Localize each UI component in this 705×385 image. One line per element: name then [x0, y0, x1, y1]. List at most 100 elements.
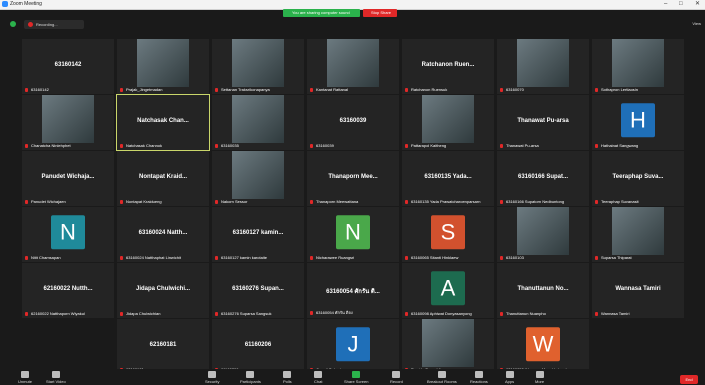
- chat-button[interactable]: Chat: [314, 371, 322, 384]
- participant-tile[interactable]: Thanuttanun No... Thanuttanun Nuanpho: [497, 263, 589, 318]
- record-icon: [392, 371, 401, 378]
- participant-label: 63160103: [506, 255, 524, 260]
- more-button[interactable]: More: [535, 371, 544, 384]
- participant-tile[interactable]: 63160054 ศักรัน ดิ... 63160054 ศักรัน ติจ…: [307, 263, 399, 318]
- participant-tile[interactable]: 63160024 Natth... 63160024 Natthaphat Lin…: [117, 207, 209, 262]
- participant-avatar: J: [336, 326, 370, 361]
- participant-tile[interactable]: 63160035: [212, 95, 304, 150]
- participant-tile[interactable]: Panudet Wichaja... Panudet Wichajaen: [22, 151, 114, 206]
- muted-mic-icon: [500, 143, 503, 148]
- participant-avatar: W: [526, 326, 560, 361]
- participant-name-tag: Hathainat Sangwang: [595, 143, 638, 148]
- participant-avatar: H: [621, 102, 655, 137]
- participant-tile[interactable]: Suparsa Thiparat: [592, 207, 684, 262]
- muted-mic-icon: [120, 87, 123, 92]
- close-button[interactable]: ✕: [695, 0, 700, 9]
- participant-name-tag: Nakorn Sessor: [215, 199, 247, 204]
- polls-label: Polls: [283, 379, 292, 384]
- participant-label: 63160070: [506, 87, 524, 92]
- sharing-text: You are sharing computer sound: [292, 10, 350, 15]
- participant-name-tag: Wannasa Tamiri: [595, 311, 629, 316]
- participant-tile[interactable]: Prajak_Jingetmadan: [117, 39, 209, 94]
- participant-video: [137, 39, 189, 87]
- participant-tile[interactable]: A 63160098 Aphiwat Donyasanyong: [402, 263, 494, 318]
- participant-label: Thanaporn Meewattana: [316, 199, 359, 204]
- participant-video: [612, 39, 664, 87]
- participant-label: Kantanat Rattanal: [316, 87, 349, 92]
- participant-label: Hathainat Sangwang: [601, 143, 639, 148]
- security-button[interactable]: Security: [205, 371, 219, 384]
- participant-tile[interactable]: 62160022 Nutth... 62160022 Natthaporn Wiy…: [22, 263, 114, 318]
- participant-avatar: A: [431, 270, 465, 305]
- participant-name-tag: 63160054 ศักรัน ติจง: [310, 309, 353, 316]
- participant-tile[interactable]: Wannasa Tamiri Wannasa Tamiri: [592, 263, 684, 318]
- participant-tile[interactable]: Natchasak Chan... Natchasak Channok: [116, 94, 210, 151]
- end-button[interactable]: End: [680, 375, 698, 384]
- muted-mic-icon: [405, 143, 408, 148]
- participant-video: [422, 319, 474, 367]
- participant-tile[interactable]: 63160127 kamin... 63160127 kamin karotait…: [212, 207, 304, 262]
- participant-tile[interactable]: JJiramit Suksai: [307, 319, 399, 374]
- muted-mic-icon: [215, 311, 218, 316]
- stop-share-label: Stop Share: [371, 10, 392, 15]
- participant-tile[interactable]: Pawida Sawaddipoom: [402, 319, 494, 374]
- participant-tile[interactable]: 6216018162160181: [117, 319, 209, 374]
- record-button[interactable]: Record: [390, 371, 403, 384]
- participant-display-name: 63160039: [339, 118, 367, 124]
- breakout-icon: [437, 371, 446, 378]
- participant-tile[interactable]: H Hathainat Sangwang: [592, 95, 684, 150]
- participant-tile[interactable]: 63160276 Supan... 63160276 Suparsa Sangsu…: [212, 263, 304, 318]
- participant-label: Chanatcha Ninlehphet: [31, 143, 71, 148]
- participant-tile[interactable]: Sothapron Lertlaosin: [592, 39, 684, 94]
- participant-tile[interactable]: N Nitit Chamsapan: [22, 207, 114, 262]
- breakout-rooms-button[interactable]: Breakout Rooms: [427, 371, 457, 384]
- participant-tile[interactable]: Ratchanon Ruen... Ratchanon Ruensuk: [402, 39, 494, 94]
- recording-indicator[interactable]: Recording...: [24, 20, 84, 29]
- polls-button[interactable]: Polls: [283, 371, 292, 384]
- participant-display-name: 63160276 Supan...: [232, 286, 284, 292]
- participant-tile[interactable]: S 63160065 Sitanti Hinklaew: [402, 207, 494, 262]
- participant-tile[interactable]: Thanaporn Mee... Thanaporn Meewattana: [307, 151, 399, 206]
- reactions-button[interactable]: Reactions: [470, 371, 488, 384]
- participant-tile[interactable]: 63160070: [497, 39, 589, 94]
- participant-tile[interactable]: Teeraphap Suva... Teeraphap Suvanasit: [592, 151, 684, 206]
- apps-label: Apps: [505, 379, 515, 384]
- participant-display-name: 62160181: [149, 342, 177, 348]
- participant-tile[interactable]: 63160135 Yada... 63160135 Yada Prawatchar…: [402, 151, 494, 206]
- participant-tile[interactable]: 63160103: [497, 207, 589, 262]
- maximize-button[interactable]: □: [679, 0, 683, 9]
- participant-tile[interactable]: Kantanat Rattanal: [307, 39, 399, 94]
- participant-tile[interactable]: 63160166 Supat... 63160166 Supatorn Nedbu…: [497, 151, 589, 206]
- sharing-banner: You are sharing computer sound: [283, 9, 360, 17]
- minimize-button[interactable]: –: [664, 0, 667, 9]
- participant-name-tag: Thanuttanun Nuanpho: [500, 311, 546, 316]
- view-button[interactable]: View: [692, 21, 701, 26]
- apps-button[interactable]: Apps: [505, 371, 514, 384]
- participant-name-tag: Teeraphap Suvanasit: [595, 199, 639, 204]
- participant-tile[interactable]: N Nicharawee Ruangsri: [307, 207, 399, 262]
- participant-tile[interactable]: Nontapat Kraid... Nontapat Kraidueng: [117, 151, 209, 206]
- participant-name-tag: Prajak_Jingetmadan: [120, 87, 162, 92]
- participant-tile[interactable]: Settanan Traksrikonapanya: [212, 39, 304, 94]
- share-screen-button[interactable]: Share Screen: [344, 371, 368, 384]
- participant-tile[interactable]: Chanatcha Ninlehphet: [22, 95, 114, 150]
- participant-tile[interactable]: Thanawat Pu-arsa Thanawat Pu-arsa: [497, 95, 589, 150]
- participant-tile[interactable]: Jidapa Chulwichi... Jidapa Chulwichian: [117, 263, 209, 318]
- participants-icon: [246, 371, 255, 378]
- participant-tile[interactable]: 63160039 63160039: [307, 95, 399, 150]
- participant-name-tag: Nontapat Kraidueng: [120, 199, 162, 204]
- participant-tile[interactable]: 6116020661160206: [212, 319, 304, 374]
- participant-video: [232, 151, 284, 199]
- participant-tile[interactable]: Nakorn Sessor: [212, 151, 304, 206]
- participant-tile[interactable]: W63160050 Waranya Mongkholsupha: [497, 319, 589, 374]
- unmute-button[interactable]: Unmute: [18, 371, 32, 384]
- stop-share-button[interactable]: Stop Share: [363, 9, 397, 17]
- participants-button[interactable]: Participants: [240, 371, 261, 384]
- participant-tile[interactable]: Pattarapol Kaitheng: [402, 95, 494, 150]
- participant-tile[interactable]: 63160142 63160142: [22, 39, 114, 94]
- participant-label: 63160098 Aphiwat Donyasanyong: [411, 311, 472, 316]
- reactions-icon: [474, 371, 483, 378]
- participant-display-name: 63160054 ศักรัน ดิ...: [326, 289, 380, 295]
- participant-video: [422, 95, 474, 143]
- start-video-button[interactable]: Start Video: [46, 371, 66, 384]
